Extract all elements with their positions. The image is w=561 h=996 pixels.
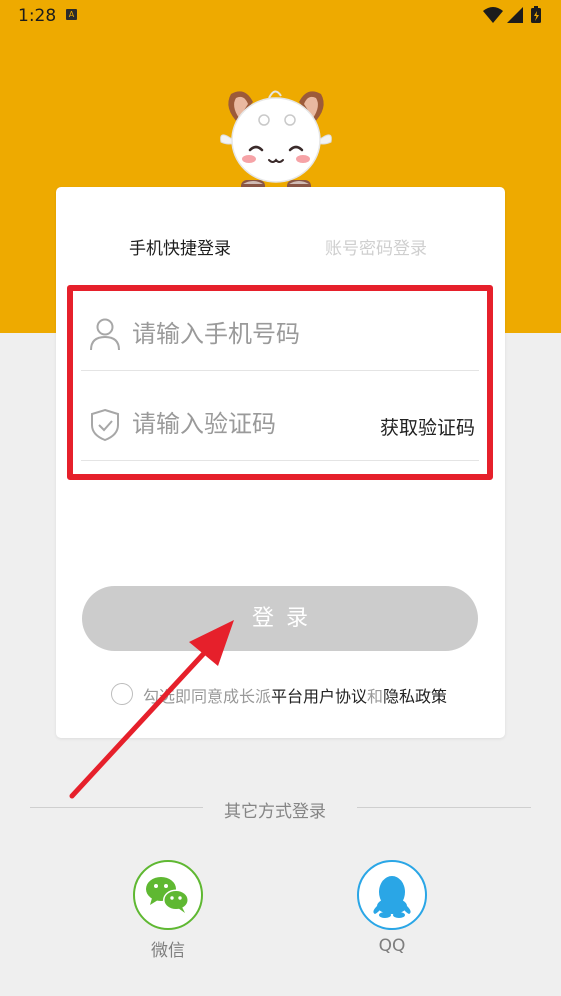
- tab-password-login[interactable]: 账号密码登录: [325, 234, 427, 259]
- qq-icon: [373, 876, 411, 918]
- wifi-icon: [483, 7, 503, 23]
- shield-icon: [91, 408, 119, 442]
- phone-input[interactable]: [132, 316, 392, 352]
- agreement-checkbox[interactable]: [111, 683, 133, 705]
- goat-mascot-image: [220, 90, 332, 194]
- code-input[interactable]: [132, 406, 352, 442]
- phone-field: [81, 298, 479, 371]
- qq-label: QQ: [378, 936, 406, 956]
- wechat-login-button[interactable]: [133, 860, 203, 930]
- notification-icon: A: [66, 9, 77, 20]
- other-login-title: 其它方式登录: [224, 802, 326, 822]
- qq-login-button[interactable]: [357, 860, 427, 930]
- wechat-icon: [146, 877, 189, 913]
- status-time: 1:28: [18, 6, 57, 26]
- privacy-policy-link[interactable]: 隐私政策: [383, 687, 447, 706]
- agreement-prefix: 勾选即同意成长派: [143, 687, 272, 706]
- wechat-label: 微信: [151, 941, 185, 961]
- divider-right: [357, 807, 531, 808]
- user-agreement-link[interactable]: 平台用户协议: [271, 687, 367, 706]
- agreement-and: 和: [367, 687, 384, 706]
- tab-quick-login[interactable]: 手机快捷登录: [129, 234, 231, 259]
- divider-left: [30, 807, 203, 808]
- login-button[interactable]: 登录: [82, 586, 478, 651]
- user-icon: [90, 318, 120, 351]
- code-field: 获取验证码: [81, 388, 479, 461]
- status-bar: 1:28 A: [0, 0, 561, 32]
- get-code-button[interactable]: 获取验证码: [380, 413, 475, 440]
- signal-icon: [507, 7, 523, 23]
- system-status-icons: [483, 6, 541, 23]
- login-card: 手机快捷登录 账号密码登录 获取验证码 登录 勾选即同意成长派平台用户协议和隐私…: [56, 187, 505, 738]
